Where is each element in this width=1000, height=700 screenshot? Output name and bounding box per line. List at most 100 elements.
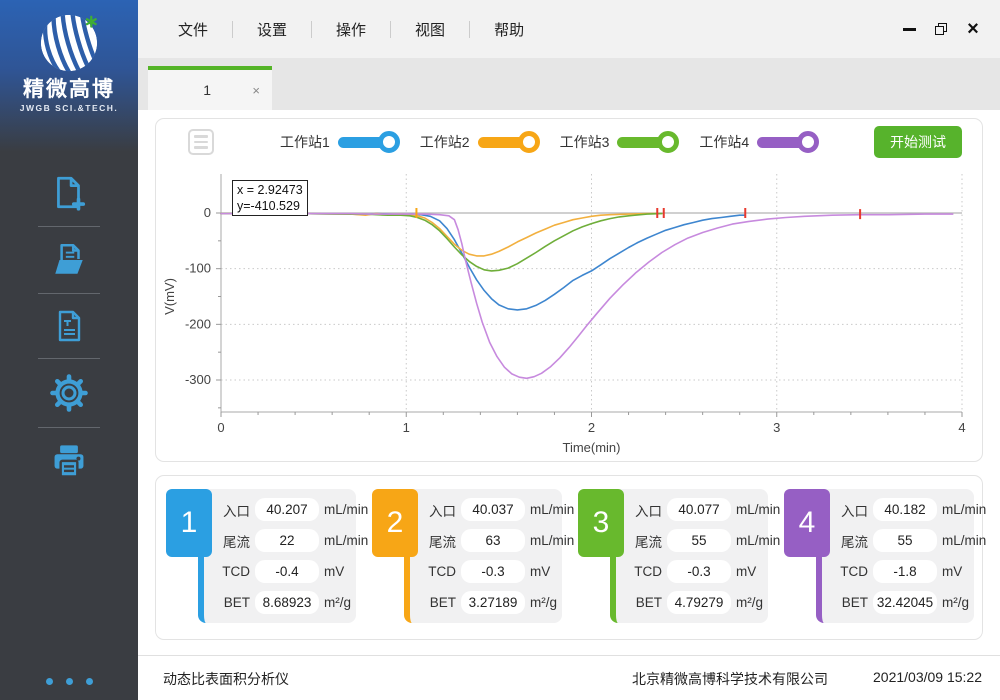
bet-value[interactable]: 32.42045 xyxy=(873,591,937,614)
legend-label: 工作站1 xyxy=(280,132,330,152)
settings-button[interactable] xyxy=(0,359,138,427)
svg-text:-200: -200 xyxy=(185,316,211,331)
tcd-value[interactable]: -1.8 xyxy=(873,560,937,583)
tcd-value[interactable]: -0.3 xyxy=(461,560,525,583)
row-label: 入口 xyxy=(830,500,868,520)
printer-icon xyxy=(49,442,89,482)
bet-value[interactable]: 8.68923 xyxy=(255,591,319,614)
bet-value[interactable]: 3.27189 xyxy=(461,591,525,614)
menu-help[interactable]: 帮助 xyxy=(476,11,542,48)
legend-station-4: 工作站4 xyxy=(699,132,815,152)
svg-text:-100: -100 xyxy=(185,261,211,276)
open-file-button[interactable] xyxy=(0,227,138,293)
station-card-4: 4 入口40.182mL/min 尾流55mL/min TCD-1.8mV BE… xyxy=(784,489,982,623)
station-number-badge: 3 xyxy=(578,489,624,557)
tooltip-x: x = 2.92473 xyxy=(237,182,303,198)
row-unit: mV xyxy=(942,564,962,579)
open-file-icon xyxy=(50,241,88,279)
station-row: 尾流63mL/min xyxy=(418,529,556,552)
svg-text:0: 0 xyxy=(217,420,224,435)
start-test-button[interactable]: 开始测试 xyxy=(874,126,962,158)
tcd-value[interactable]: -0.4 xyxy=(255,560,319,583)
toggle-knob xyxy=(378,131,400,153)
station-row: TCD-0.3mV xyxy=(418,560,556,583)
window-controls: × xyxy=(898,18,984,40)
menu-divider xyxy=(311,21,312,38)
row-label: 入口 xyxy=(212,500,250,520)
station-row: 入口40.077mL/min xyxy=(624,498,762,521)
brand-logo-block: 精微高博 JWGB SCI.&TECH. xyxy=(0,0,138,152)
row-unit: m²/g xyxy=(736,595,763,610)
row-label: TCD xyxy=(418,564,456,579)
svg-text:-300: -300 xyxy=(185,372,211,387)
row-label: BET xyxy=(418,595,456,610)
row-label: 尾流 xyxy=(830,531,868,551)
sidebar-toolbar xyxy=(0,160,138,496)
station-4-toggle[interactable] xyxy=(757,137,815,148)
tail-flow-value[interactable]: 55 xyxy=(667,529,731,552)
tail-flow-value[interactable]: 55 xyxy=(873,529,937,552)
menu-divider xyxy=(469,21,470,38)
row-unit: mL/min xyxy=(942,502,986,517)
row-unit: m²/g xyxy=(942,595,969,610)
tail-flow-value[interactable]: 22 xyxy=(255,529,319,552)
chart-area: 012340-100-200-300Time(min)V(mV) x = 2.9… xyxy=(156,165,982,461)
close-button[interactable]: × xyxy=(962,18,984,40)
inlet-flow-value[interactable]: 40.077 xyxy=(667,498,731,521)
station-2-toggle[interactable] xyxy=(478,137,536,148)
station-row: BET32.42045m²/g xyxy=(830,591,968,614)
row-unit: m²/g xyxy=(324,595,351,610)
row-label: 尾流 xyxy=(212,531,250,551)
station-card-1: 1 入口40.207mL/min 尾流22mL/min TCD-0.4mV BE… xyxy=(166,489,364,623)
close-icon: × xyxy=(967,19,979,39)
report-button[interactable] xyxy=(0,294,138,358)
svg-text:V(mV): V(mV) xyxy=(162,278,177,315)
toggle-knob xyxy=(518,131,540,153)
print-button[interactable] xyxy=(0,428,138,496)
row-unit: mL/min xyxy=(736,533,780,548)
row-unit: mL/min xyxy=(324,502,368,517)
row-label: 尾流 xyxy=(624,531,662,551)
globe-logo-icon xyxy=(38,12,100,74)
inlet-flow-value[interactable]: 40.207 xyxy=(255,498,319,521)
tab-close-icon[interactable]: × xyxy=(252,83,272,98)
svg-text:4: 4 xyxy=(958,420,965,435)
datetime: 2021/03/09 15:22 xyxy=(873,669,982,689)
tab-strip: 1 × xyxy=(138,58,1000,110)
menu-view[interactable]: 视图 xyxy=(397,11,463,48)
chart-tooltip: x = 2.92473 y=-410.529 xyxy=(232,180,308,216)
tail-flow-value[interactable]: 63 xyxy=(461,529,525,552)
menu-settings[interactable]: 设置 xyxy=(239,11,305,48)
legend-station-3: 工作站3 xyxy=(560,132,676,152)
menu-divider xyxy=(232,21,233,38)
station-row: TCD-0.3mV xyxy=(624,560,762,583)
menu-divider xyxy=(390,21,391,38)
row-label: 入口 xyxy=(624,500,662,520)
app-window: 精微高博 JWGB SCI.&TECH. xyxy=(0,0,1000,700)
bet-value[interactable]: 4.79279 xyxy=(667,591,731,614)
station-row: TCD-0.4mV xyxy=(212,560,350,583)
tcd-value[interactable]: -0.3 xyxy=(667,560,731,583)
menubar: 文件 设置 操作 视图 帮助 × xyxy=(138,0,1000,59)
svg-text:Time(min): Time(min) xyxy=(562,440,620,455)
inlet-flow-value[interactable]: 40.037 xyxy=(461,498,525,521)
station-3-toggle[interactable] xyxy=(617,137,675,148)
svg-text:3: 3 xyxy=(773,420,780,435)
new-file-button[interactable] xyxy=(0,160,138,226)
tab-1[interactable]: 1 × xyxy=(148,66,272,110)
row-unit: mV xyxy=(736,564,756,579)
row-label: 尾流 xyxy=(418,531,456,551)
station-1-toggle[interactable] xyxy=(338,137,396,148)
minimize-icon xyxy=(903,28,916,31)
restore-button[interactable] xyxy=(930,18,952,40)
list-icon[interactable] xyxy=(188,129,214,155)
sidebar-more-button[interactable] xyxy=(0,678,138,685)
minimize-button[interactable] xyxy=(898,18,920,40)
station-row: BET3.27189m²/g xyxy=(418,591,556,614)
menu-items: 文件 设置 操作 视图 帮助 xyxy=(160,11,542,48)
inlet-flow-value[interactable]: 40.182 xyxy=(873,498,937,521)
menu-operation[interactable]: 操作 xyxy=(318,11,384,48)
menu-file[interactable]: 文件 xyxy=(160,11,226,48)
company-name: 北京精微高博科学技术有限公司 xyxy=(632,669,828,689)
legend-station-1: 工作站1 xyxy=(280,132,396,152)
